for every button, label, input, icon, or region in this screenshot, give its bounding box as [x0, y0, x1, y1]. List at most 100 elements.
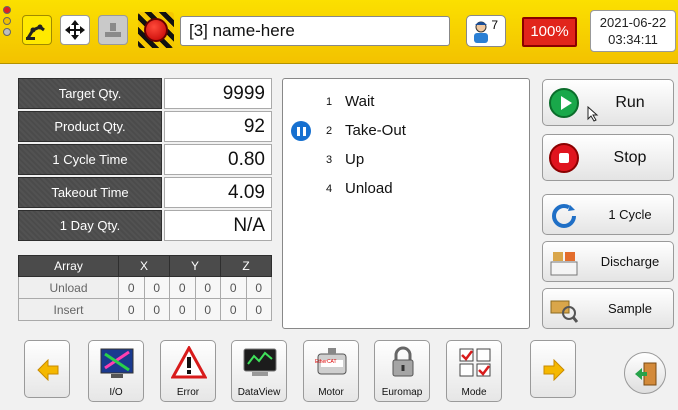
- array-cell: 0: [118, 276, 145, 299]
- stack-icon[interactable]: [98, 15, 128, 45]
- warning-icon: [171, 346, 207, 379]
- array-cell: 0: [194, 276, 221, 299]
- checklist-icon: [459, 348, 491, 377]
- array-cell: 0: [220, 276, 247, 299]
- previous-page-button[interactable]: [24, 340, 70, 398]
- motor-label: Motor: [318, 387, 344, 398]
- arrow-right-icon: [543, 359, 565, 381]
- monitor-chart-icon: [243, 348, 277, 376]
- dataview-button[interactable]: DataView: [231, 340, 287, 402]
- io-button[interactable]: I/O: [88, 340, 144, 402]
- robot-arm-icon[interactable]: [22, 15, 52, 45]
- lock-icon: [392, 346, 414, 377]
- array-row-unload: Unload 0 0 0 0 0 0: [18, 276, 272, 299]
- stat-row-product: Product Qty. 92: [18, 111, 272, 144]
- array-cell: 0: [143, 298, 170, 321]
- stop-icon: [549, 143, 579, 173]
- step-item[interactable]: 1 Wait: [283, 89, 529, 117]
- stop-button[interactable]: Stop: [542, 134, 674, 181]
- step-item[interactable]: 3 Up: [283, 147, 529, 175]
- sample-icon: [550, 300, 579, 323]
- stat-label: Takeout Time: [18, 177, 162, 208]
- stat-label: 1 Day Qty.: [18, 210, 162, 241]
- green-lamp-icon: [3, 28, 11, 36]
- sample-button[interactable]: Sample: [542, 288, 674, 329]
- step-name: Up: [345, 151, 365, 168]
- array-row-label: Unload: [18, 276, 119, 299]
- stat-row-target: Target Qty. 9999: [18, 78, 272, 111]
- stat-value: N/A: [164, 210, 272, 241]
- step-name: Wait: [345, 93, 375, 110]
- euromap-label: Euromap: [381, 387, 423, 398]
- program-step-list[interactable]: 1 Wait 2 Take-Out 3 Up 4 Unload: [282, 78, 530, 329]
- step-item[interactable]: 4 Unload: [283, 176, 529, 204]
- program-name-field[interactable]: [3] name-here: [180, 16, 450, 46]
- io-label: I/O: [109, 387, 123, 398]
- array-header: Array: [18, 255, 119, 277]
- discharge-button[interactable]: Discharge: [542, 241, 674, 282]
- array-row-label: Insert: [18, 298, 119, 321]
- step-number: 1: [326, 96, 333, 108]
- stat-label: Target Qty.: [18, 78, 162, 109]
- array-header-y: Y: [169, 255, 221, 277]
- one-cycle-label: 1 Cycle: [608, 207, 652, 222]
- step-number: 3: [326, 154, 333, 166]
- discharge-label: Discharge: [600, 254, 660, 269]
- run-button[interactable]: Run: [542, 79, 674, 126]
- mode-button[interactable]: Mode: [446, 340, 502, 402]
- array-cell: 0: [118, 298, 145, 321]
- mouse-cursor-icon: [587, 106, 599, 122]
- datetime-display: 2021-06-22 03:34:11: [590, 10, 676, 52]
- array-cell: 0: [169, 298, 196, 321]
- top-status-bar: [3] name-here 7 100% 2021-06-22 03:34:11: [0, 0, 678, 64]
- step-name: Take-Out: [345, 122, 406, 139]
- red-lamp-icon: [3, 6, 11, 14]
- stop-label: Stop: [613, 149, 647, 166]
- step-name: Unload: [345, 180, 393, 197]
- stat-value: 92: [164, 111, 272, 142]
- dataview-label: DataView: [237, 387, 281, 398]
- yellow-lamp-icon: [3, 17, 11, 25]
- array-header-x: X: [118, 255, 170, 277]
- pause-icon: [291, 121, 311, 141]
- move-cross-icon[interactable]: [60, 15, 90, 45]
- stat-label: Product Qty.: [18, 111, 162, 142]
- discharge-icon: [550, 252, 578, 276]
- production-stats-panel: Target Qty. 9999 Product Qty. 92 1 Cycle…: [18, 78, 272, 243]
- stat-row-cycle-time: 1 Cycle Time 0.80: [18, 144, 272, 177]
- error-button[interactable]: Error: [160, 340, 216, 402]
- stat-label: 1 Cycle Time: [18, 144, 162, 175]
- date-text: 2021-06-22: [599, 15, 667, 30]
- step-item-current[interactable]: 2 Take-Out: [283, 118, 529, 146]
- array-cell: 0: [169, 276, 196, 299]
- stat-value: 0.80: [164, 144, 272, 175]
- exit-door-icon: [635, 362, 657, 386]
- array-cell: 0: [143, 276, 170, 299]
- array-header-z: Z: [220, 255, 272, 277]
- stat-row-day-qty: 1 Day Qty. N/A: [18, 210, 272, 243]
- array-cell: 0: [245, 276, 272, 299]
- array-table: Array X Y Z Unload 0 0 0 0 0 0 Insert 0 …: [18, 255, 272, 321]
- step-number: 4: [326, 183, 333, 195]
- speed-override-button[interactable]: 100%: [522, 17, 577, 47]
- stat-value[interactable]: 9999: [164, 78, 272, 109]
- play-icon: [549, 88, 579, 118]
- cycle-icon: [552, 204, 576, 228]
- arrow-left-icon: [37, 359, 59, 381]
- array-cell: 0: [220, 298, 247, 321]
- one-cycle-button[interactable]: 1 Cycle: [542, 194, 674, 235]
- mode-label: Mode: [461, 387, 487, 398]
- motor-button[interactable]: EtherCAT Motor: [303, 340, 359, 402]
- io-icon: [100, 348, 134, 378]
- operator-level-button[interactable]: 7: [466, 15, 506, 47]
- array-cell: 0: [245, 298, 272, 321]
- stat-row-takeout-time: Takeout Time 4.09: [18, 177, 272, 210]
- step-number: 2: [326, 125, 333, 137]
- exit-button[interactable]: [624, 352, 666, 394]
- next-page-button[interactable]: [530, 340, 576, 398]
- user-level-number: 7: [491, 18, 498, 32]
- euromap-button[interactable]: Euromap: [374, 340, 430, 402]
- array-row-insert: Insert 0 0 0 0 0 0: [18, 298, 272, 321]
- emergency-stop-icon[interactable]: [138, 12, 174, 48]
- array-header-row: Array X Y Z: [18, 255, 272, 277]
